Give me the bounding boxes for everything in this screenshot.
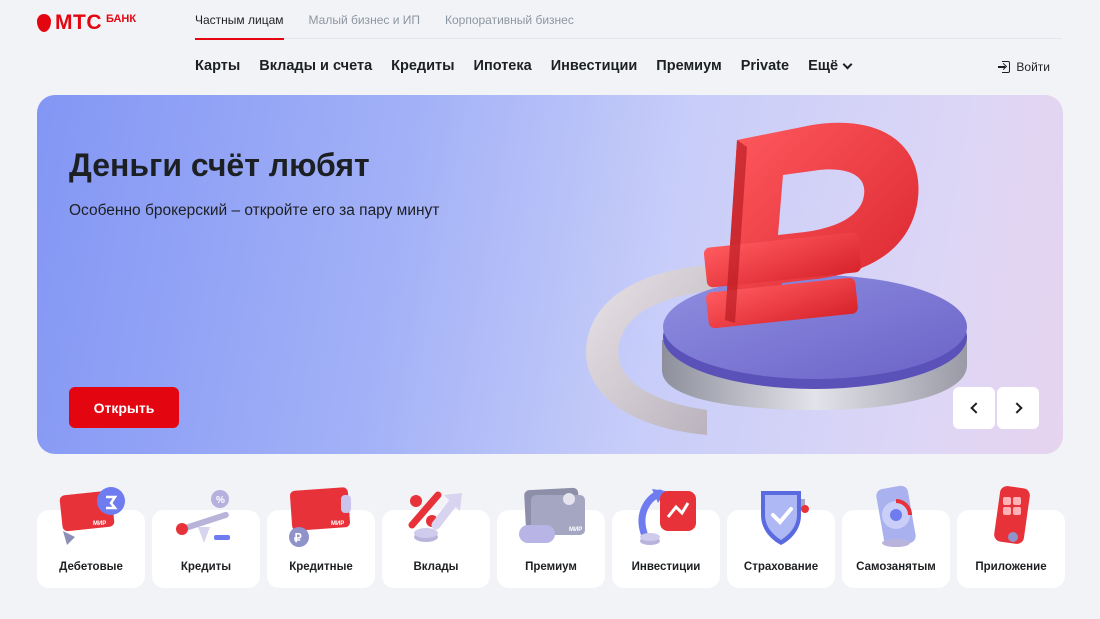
product-label: Приложение xyxy=(975,561,1047,573)
slider-controls xyxy=(953,387,1039,429)
nav-deposits-accounts[interactable]: Вклады и счета xyxy=(259,58,372,74)
svg-text:МИР: МИР xyxy=(331,521,344,527)
product-tile-credits[interactable]: % Кредиты xyxy=(152,485,260,588)
chevron-right-icon xyxy=(1010,402,1023,414)
svg-text:%: % xyxy=(216,495,225,506)
product-tile-app[interactable]: Приложение xyxy=(957,485,1065,588)
product-label: Кредитные xyxy=(289,561,353,573)
tab-private-clients[interactable]: Частным лицам xyxy=(195,0,284,40)
svg-text:МИР: МИР xyxy=(569,527,582,533)
product-label: Дебетовые xyxy=(59,561,123,573)
product-label: Премиум xyxy=(525,561,577,573)
product-tile-debit[interactable]: МИР Дебетовые xyxy=(37,485,145,588)
ruble-podium-illustration xyxy=(586,122,967,435)
product-tile-insurance[interactable]: Страхование xyxy=(727,485,835,588)
login-button[interactable]: Войти xyxy=(998,60,1050,74)
login-icon xyxy=(998,61,1011,73)
open-button[interactable]: Открыть xyxy=(69,387,179,428)
self-employed-phone-icon xyxy=(876,485,916,547)
chevron-down-icon xyxy=(842,59,853,69)
product-tile-self-employed[interactable]: Самозанятым xyxy=(842,485,950,588)
nav-investments[interactable]: Инвестиции xyxy=(551,58,638,74)
product-tiles: МИР Дебетовые % Кредиты ₽ МИР Кредитные xyxy=(37,485,1065,588)
next-slide-button[interactable] xyxy=(997,387,1039,429)
banner-subtitle: Особенно брокерский – откройте его за па… xyxy=(69,202,440,219)
nav-premium[interactable]: Премиум xyxy=(656,58,721,74)
chevron-left-icon xyxy=(969,402,982,414)
product-label: Кредиты xyxy=(180,561,232,573)
tab-small-business[interactable]: Малый бизнес и ИП xyxy=(309,0,420,39)
product-label: Страхование xyxy=(743,561,819,573)
credit-card-icon: ₽ МИР xyxy=(289,487,351,547)
banner-title: Деньги счёт любят xyxy=(69,147,370,183)
product-tile-premium[interactable]: МИР Премиум xyxy=(497,485,605,588)
svg-text:₽: ₽ xyxy=(294,531,302,545)
nav-private[interactable]: Private xyxy=(741,58,789,74)
logo-text: МТС xyxy=(55,11,102,34)
credit-scale-icon: % xyxy=(176,490,230,543)
premium-card-icon: МИР xyxy=(519,487,585,543)
product-tile-credit-cards[interactable]: ₽ МИР Кредитные xyxy=(267,485,375,588)
debit-card-icon: МИР xyxy=(59,487,125,545)
investment-icon xyxy=(638,489,696,545)
nav-more-dropdown[interactable]: Ещё xyxy=(808,58,853,74)
login-label: Войти xyxy=(1016,60,1050,74)
nav-mortgage[interactable]: Ипотека xyxy=(474,58,532,74)
promo-banner: Деньги счёт любят Особенно брокерский – … xyxy=(37,95,1063,454)
tab-corporate[interactable]: Корпоративный бизнес xyxy=(445,0,574,39)
product-tile-deposits[interactable]: Вклады xyxy=(382,485,490,588)
nav-more-label: Ещё xyxy=(808,58,839,74)
segment-tabs: Частным лицам Малый бизнес и ИП Корпорат… xyxy=(195,0,1062,40)
deposit-percent-icon xyxy=(408,491,462,542)
product-label: Инвестиции xyxy=(631,561,701,573)
mts-bank-logo[interactable]: МТС БАНК xyxy=(37,12,136,34)
product-tile-investments[interactable]: Инвестиции xyxy=(612,485,720,588)
svg-text:МИР: МИР xyxy=(93,521,106,527)
mts-egg-icon xyxy=(37,14,51,32)
product-label: Самозанятым xyxy=(856,561,936,573)
prev-slide-button[interactable] xyxy=(953,387,995,429)
app-phone-icon xyxy=(994,486,1030,544)
main-nav: Карты Вклады и счета Кредиты Ипотека Инв… xyxy=(195,58,853,74)
nav-cards[interactable]: Карты xyxy=(195,58,240,74)
insurance-shield-icon xyxy=(761,491,809,545)
product-label: Вклады xyxy=(413,561,459,573)
nav-credits[interactable]: Кредиты xyxy=(391,58,454,74)
logo-subtext: БАНК xyxy=(106,13,137,25)
